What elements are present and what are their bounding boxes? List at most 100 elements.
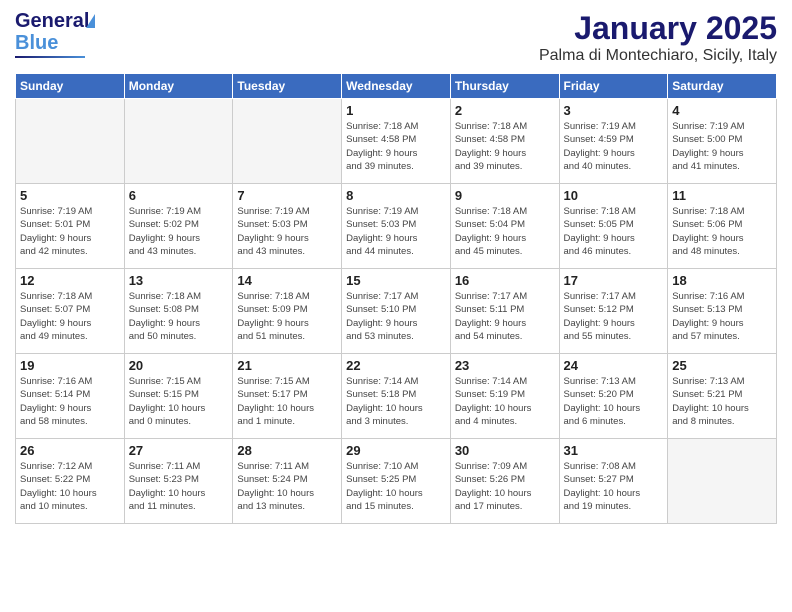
- day-info: Sunrise: 7:11 AM Sunset: 5:24 PM Dayligh…: [237, 460, 337, 513]
- header-friday: Friday: [559, 74, 668, 99]
- day-number: 23: [455, 358, 555, 373]
- day-info: Sunrise: 7:16 AM Sunset: 5:13 PM Dayligh…: [672, 290, 772, 343]
- table-row: 25 Sunrise: 7:13 AM Sunset: 5:21 PM Dayli…: [668, 354, 777, 439]
- logo-text-area: General Blue: [15, 10, 95, 58]
- day-info: Sunrise: 7:17 AM Sunset: 5:11 PM Dayligh…: [455, 290, 555, 343]
- table-row: 30 Sunrise: 7:09 AM Sunset: 5:26 PM Dayli…: [450, 439, 559, 524]
- day-number: 18: [672, 273, 772, 288]
- header-saturday: Saturday: [668, 74, 777, 99]
- table-row: 27Sunrise: 7:11 AM Sunset: 5:23 PM Dayli…: [124, 439, 233, 524]
- day-number: 28: [237, 443, 337, 458]
- table-row: 22Sunrise: 7:14 AM Sunset: 5:18 PM Dayli…: [342, 354, 451, 439]
- table-row: [124, 99, 233, 184]
- table-row: 5 Sunrise: 7:19 AM Sunset: 5:01 PM Daylig…: [16, 184, 125, 269]
- header: General Blue January 2025 Palma di Monte…: [15, 10, 777, 65]
- header-thursday: Thursday: [450, 74, 559, 99]
- day-number: 6: [129, 188, 229, 203]
- day-info: Sunrise: 7:08 AM Sunset: 5:27 PM Dayligh…: [564, 460, 664, 513]
- day-number: 17: [564, 273, 664, 288]
- table-row: [233, 99, 342, 184]
- calendar-subtitle: Palma di Montechiaro, Sicily, Italy: [539, 47, 777, 65]
- table-row: 10 Sunrise: 7:18 AM Sunset: 5:05 PM Dayli…: [559, 184, 668, 269]
- table-row: 6 Sunrise: 7:19 AM Sunset: 5:02 PM Daylig…: [124, 184, 233, 269]
- table-row: [16, 99, 125, 184]
- table-row: 21 Sunrise: 7:15 AM Sunset: 5:17 PM Dayli…: [233, 354, 342, 439]
- weekday-header-row: Sunday Monday Tuesday Wednesday Thursday…: [16, 74, 777, 99]
- day-info: Sunrise: 7:19 AM Sunset: 5:02 PM Dayligh…: [129, 205, 229, 258]
- day-number: 2: [455, 103, 555, 118]
- day-number: 16: [455, 273, 555, 288]
- table-row: 11Sunrise: 7:18 AM Sunset: 5:06 PM Dayli…: [668, 184, 777, 269]
- day-info: Sunrise: 7:18 AM Sunset: 5:04 PM Dayligh…: [455, 205, 555, 258]
- table-row: 13 Sunrise: 7:18 AM Sunset: 5:08 PM Dayli…: [124, 269, 233, 354]
- day-info: Sunrise: 7:19 AM Sunset: 5:01 PM Dayligh…: [20, 205, 120, 258]
- header-wednesday: Wednesday: [342, 74, 451, 99]
- table-row: 18 Sunrise: 7:16 AM Sunset: 5:13 PM Dayli…: [668, 269, 777, 354]
- day-number: 12: [20, 273, 120, 288]
- day-info: Sunrise: 7:19 AM Sunset: 5:03 PM Dayligh…: [346, 205, 446, 258]
- logo-blue: Blue: [15, 32, 58, 54]
- day-number: 21: [237, 358, 337, 373]
- day-info: Sunrise: 7:14 AM Sunset: 5:19 PM Dayligh…: [455, 375, 555, 428]
- day-number: 19: [20, 358, 120, 373]
- day-info: Sunrise: 7:10 AM Sunset: 5:25 PM Dayligh…: [346, 460, 446, 513]
- table-row: 15 Sunrise: 7:17 AM Sunset: 5:10 PM Dayli…: [342, 269, 451, 354]
- day-number: 8: [346, 188, 446, 203]
- day-info: Sunrise: 7:18 AM Sunset: 5:08 PM Dayligh…: [129, 290, 229, 343]
- day-info: Sunrise: 7:15 AM Sunset: 5:15 PM Dayligh…: [129, 375, 229, 428]
- week-row-5: 26Sunrise: 7:12 AM Sunset: 5:22 PM Dayli…: [16, 439, 777, 524]
- page-container: General Blue January 2025 Palma di Monte…: [0, 0, 792, 534]
- day-info: Sunrise: 7:16 AM Sunset: 5:14 PM Dayligh…: [20, 375, 120, 428]
- day-number: 1: [346, 103, 446, 118]
- table-row: 17Sunrise: 7:17 AM Sunset: 5:12 PM Dayli…: [559, 269, 668, 354]
- day-number: 4: [672, 103, 772, 118]
- day-number: 20: [129, 358, 229, 373]
- day-number: 25: [672, 358, 772, 373]
- day-info: Sunrise: 7:09 AM Sunset: 5:26 PM Dayligh…: [455, 460, 555, 513]
- table-row: [668, 439, 777, 524]
- header-tuesday: Tuesday: [233, 74, 342, 99]
- table-row: 29Sunrise: 7:10 AM Sunset: 5:25 PM Dayli…: [342, 439, 451, 524]
- table-row: 12Sunrise: 7:18 AM Sunset: 5:07 PM Dayli…: [16, 269, 125, 354]
- day-number: 10: [564, 188, 664, 203]
- day-info: Sunrise: 7:19 AM Sunset: 4:59 PM Dayligh…: [564, 120, 664, 173]
- day-number: 30: [455, 443, 555, 458]
- table-row: 16 Sunrise: 7:17 AM Sunset: 5:11 PM Dayli…: [450, 269, 559, 354]
- table-row: 9 Sunrise: 7:18 AM Sunset: 5:04 PM Daylig…: [450, 184, 559, 269]
- table-row: 19 Sunrise: 7:16 AM Sunset: 5:14 PM Dayli…: [16, 354, 125, 439]
- title-block: January 2025 Palma di Montechiaro, Sicil…: [539, 10, 777, 65]
- table-row: 7Sunrise: 7:19 AM Sunset: 5:03 PM Daylig…: [233, 184, 342, 269]
- week-row-3: 12Sunrise: 7:18 AM Sunset: 5:07 PM Dayli…: [16, 269, 777, 354]
- table-row: 4Sunrise: 7:19 AM Sunset: 5:00 PM Daylig…: [668, 99, 777, 184]
- day-info: Sunrise: 7:18 AM Sunset: 4:58 PM Dayligh…: [455, 120, 555, 173]
- week-row-4: 19 Sunrise: 7:16 AM Sunset: 5:14 PM Dayli…: [16, 354, 777, 439]
- table-row: 8 Sunrise: 7:19 AM Sunset: 5:03 PM Daylig…: [342, 184, 451, 269]
- day-info: Sunrise: 7:18 AM Sunset: 4:58 PM Dayligh…: [346, 120, 446, 173]
- day-info: Sunrise: 7:19 AM Sunset: 5:03 PM Dayligh…: [237, 205, 337, 258]
- table-row: 24 Sunrise: 7:13 AM Sunset: 5:20 PM Dayli…: [559, 354, 668, 439]
- day-info: Sunrise: 7:15 AM Sunset: 5:17 PM Dayligh…: [237, 375, 337, 428]
- table-row: 14Sunrise: 7:18 AM Sunset: 5:09 PM Dayli…: [233, 269, 342, 354]
- day-number: 24: [564, 358, 664, 373]
- day-number: 27: [129, 443, 229, 458]
- day-number: 31: [564, 443, 664, 458]
- header-monday: Monday: [124, 74, 233, 99]
- day-info: Sunrise: 7:17 AM Sunset: 5:10 PM Dayligh…: [346, 290, 446, 343]
- day-info: Sunrise: 7:13 AM Sunset: 5:21 PM Dayligh…: [672, 375, 772, 428]
- day-number: 11: [672, 188, 772, 203]
- day-number: 13: [129, 273, 229, 288]
- week-row-2: 5 Sunrise: 7:19 AM Sunset: 5:01 PM Daylig…: [16, 184, 777, 269]
- logo-divider: [15, 56, 85, 58]
- calendar-title: January 2025: [539, 10, 777, 47]
- logo-triangle-icon: [86, 14, 95, 28]
- day-number: 22: [346, 358, 446, 373]
- day-info: Sunrise: 7:13 AM Sunset: 5:20 PM Dayligh…: [564, 375, 664, 428]
- day-info: Sunrise: 7:18 AM Sunset: 5:05 PM Dayligh…: [564, 205, 664, 258]
- day-number: 15: [346, 273, 446, 288]
- day-number: 9: [455, 188, 555, 203]
- table-row: 20 Sunrise: 7:15 AM Sunset: 5:15 PM Dayli…: [124, 354, 233, 439]
- table-row: 2 Sunrise: 7:18 AM Sunset: 4:58 PM Daylig…: [450, 99, 559, 184]
- day-number: 26: [20, 443, 120, 458]
- logo: General Blue: [15, 10, 95, 58]
- day-number: 5: [20, 188, 120, 203]
